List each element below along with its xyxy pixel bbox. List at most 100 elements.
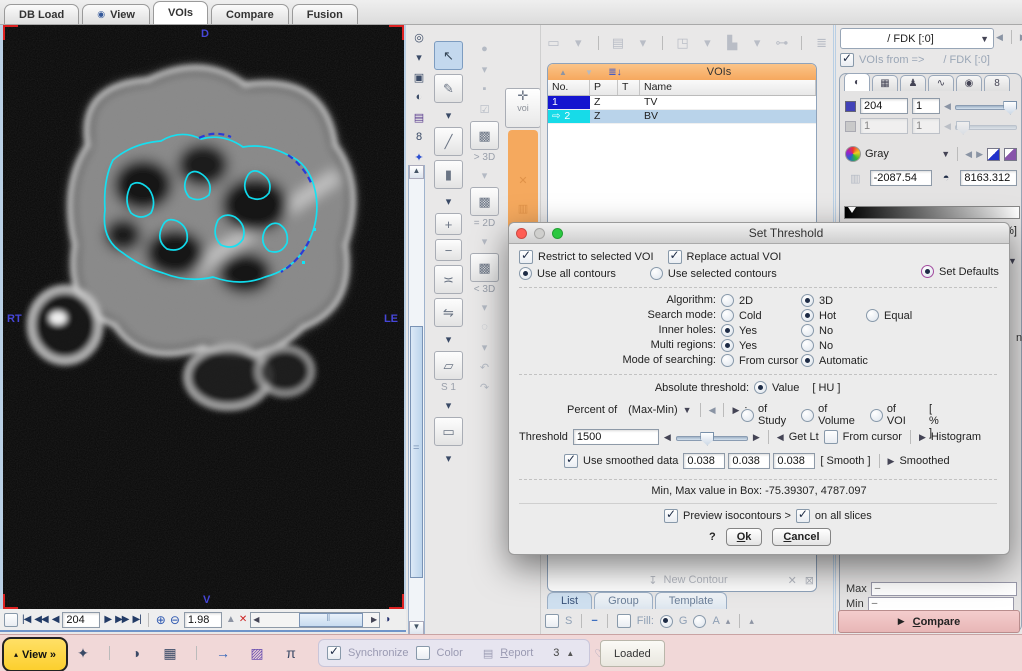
zoom-out-icon[interactable]: ⊖ — [170, 613, 180, 627]
more-fill-icon[interactable]: ▴ — [726, 616, 731, 627]
first-slice-button[interactable]: |◀ — [22, 614, 30, 625]
slice-number-field[interactable]: 204 — [62, 612, 100, 628]
minimize-window-icon[interactable] — [534, 228, 545, 239]
tab-layout[interactable]: ▦ — [872, 75, 898, 91]
layout-count[interactable]: 3 — [553, 647, 559, 659]
s-checkbox[interactable] — [545, 614, 559, 628]
fill-g-radio[interactable] — [660, 615, 673, 628]
calculator-icon[interactable]: ▦ — [159, 645, 181, 661]
crop-region-icon[interactable]: ◳ — [674, 35, 691, 51]
line-width-icon[interactable]: − — [591, 615, 597, 627]
radio-icon[interactable] — [801, 309, 814, 322]
preview-isocontours-checkbox[interactable] — [664, 509, 678, 523]
lower-color-swatch[interactable] — [845, 121, 856, 132]
radio-icon[interactable] — [721, 339, 734, 352]
radio-option[interactable]: Automatic — [801, 354, 868, 367]
display-contrast-icon[interactable]: ◐ — [408, 89, 430, 105]
close-all-contour-icon[interactable]: ⊠ — [805, 574, 814, 587]
voi-tools-button[interactable]: ✎ — [434, 74, 463, 103]
scroll-right-icon[interactable]: ▶ — [371, 615, 377, 624]
marker-icon[interactable]: ✦ — [408, 149, 430, 165]
last-slice-button[interactable]: ▶| — [132, 614, 140, 625]
capture-icon[interactable]: ▣ — [408, 69, 430, 85]
remove-contour-button[interactable]: − — [435, 239, 462, 261]
scroll-down-icon[interactable]: ▼ — [409, 621, 424, 635]
radio-icon[interactable] — [801, 324, 814, 337]
draw-contour-button[interactable]: ╱ — [434, 127, 463, 156]
percent-radio-option[interactable]: of Study — [741, 403, 786, 427]
radio-option[interactable]: Hot — [801, 309, 836, 322]
histogram-icon[interactable]: ▶ — [919, 432, 926, 443]
more-eraser-icon[interactable]: ▾ — [438, 397, 460, 413]
histogram-label[interactable]: Histogram — [931, 431, 981, 443]
sort-down-icon[interactable]: ▼ — [578, 64, 600, 80]
chevron-down-icon[interactable]: ▾ — [749, 35, 766, 51]
scroll-left-icon[interactable]: ◀ — [253, 615, 259, 624]
slice-scrollbar[interactable]: ◀▶ — [250, 612, 380, 628]
key-icon[interactable]: ⊶ — [774, 35, 791, 51]
tab-db-load[interactable]: DB Load — [4, 4, 79, 24]
loaded-status-button[interactable]: Loaded — [600, 640, 665, 667]
close-contour-icon[interactable]: ✕ — [788, 574, 797, 587]
tab-view[interactable]: ◉View — [82, 4, 150, 24]
threshold-slider[interactable] — [676, 431, 748, 444]
set-defaults-radio[interactable] — [921, 265, 934, 278]
percent-radio-option[interactable]: of VOI — [870, 403, 906, 427]
color-checkbox[interactable] — [416, 646, 430, 660]
group-list-icon[interactable]: ≣ — [813, 35, 830, 51]
scanner-protocol-icon[interactable]: ▨ — [246, 645, 268, 661]
eraser-3d-button[interactable]: ▭ — [434, 417, 463, 446]
colormap-name[interactable]: Gray — [865, 148, 937, 160]
more-isolt-icon[interactable]: ▾ — [474, 299, 496, 315]
more-brush-icon[interactable]: ▾ — [438, 193, 460, 209]
chevron-down-icon[interactable]: ▼ — [683, 405, 692, 415]
pi-pipeline-icon[interactable]: π — [280, 645, 302, 661]
colormap-options-icon[interactable] — [1004, 148, 1017, 161]
more-sphere-icon[interactable]: ▾ — [474, 61, 496, 77]
scroll-up-icon[interactable]: ▲ — [409, 165, 424, 179]
upper-slider[interactable] — [955, 100, 1017, 113]
smooth-value-field[interactable]: 0.038 — [773, 453, 815, 469]
brush-tool-button[interactable]: ▮ — [434, 160, 463, 189]
select-tool-button[interactable]: ↖ — [434, 41, 463, 70]
more-region-icon[interactable]: ▾ — [474, 339, 496, 355]
vois-from-checkbox[interactable] — [840, 53, 854, 67]
threshold-inc-icon[interactable]: ▶ — [753, 432, 760, 443]
tab-curves[interactable]: ∿ — [928, 75, 954, 91]
restrict-voi-checkbox[interactable] — [519, 250, 533, 264]
cd-save-icon[interactable]: ◎ — [408, 29, 430, 45]
radio-option[interactable]: Cold — [721, 309, 762, 322]
tab-marker[interactable]: ♟ — [900, 75, 926, 91]
smoothed-icon[interactable]: ▶ — [888, 456, 895, 467]
compare-button[interactable]: ▶ Compare — [838, 610, 1020, 633]
copy-voi-icon[interactable]: ▥ — [512, 200, 534, 216]
next-slice-button[interactable]: ▶ — [104, 614, 111, 625]
radio-icon[interactable] — [721, 309, 734, 322]
export-exit-icon[interactable]: → — [212, 645, 234, 661]
report-button[interactable]: Report — [500, 647, 533, 659]
overlay-checkbox[interactable] — [4, 613, 18, 627]
delete-voi-icon[interactable]: ✕ — [512, 172, 534, 188]
sort-list-icon[interactable]: ≣↓ — [604, 64, 626, 80]
more-save-icon[interactable]: ▾ — [408, 49, 430, 65]
radio-icon[interactable] — [870, 409, 883, 422]
upper-step-field[interactable]: 1 — [912, 98, 940, 114]
zoom-in-icon[interactable]: ⊕ — [156, 613, 166, 627]
get-lt-icon[interactable]: ◀ — [777, 432, 784, 443]
radio-option[interactable]: From cursor — [721, 354, 798, 367]
reset-zoom-icon[interactable]: ✕ — [239, 614, 246, 625]
prev-slice-button[interactable]: ◀ — [52, 614, 59, 625]
percent-radio-option[interactable]: of Volume — [801, 403, 855, 427]
auto-accept-checkbox[interactable]: ☑ — [474, 101, 496, 117]
dialog-title-bar[interactable]: Set Threshold — [509, 223, 1009, 244]
radio-icon[interactable] — [801, 339, 814, 352]
auto-level-icon[interactable]: ◓ — [936, 170, 957, 186]
new-contour-bar[interactable]: ↧ New Contour ✕ ⊠ — [554, 571, 817, 589]
use-smoothed-checkbox[interactable] — [564, 454, 578, 468]
radio-icon[interactable] — [866, 309, 879, 322]
prev-colormap-icon[interactable]: ◀ — [965, 149, 972, 160]
fast-prev-button[interactable]: ◀◀ — [34, 614, 47, 625]
upper-value-field[interactable]: 204 — [860, 98, 908, 114]
scrollbar-thumb[interactable] — [299, 613, 363, 627]
chevron-down-icon[interactable]: ▼ — [941, 149, 950, 159]
